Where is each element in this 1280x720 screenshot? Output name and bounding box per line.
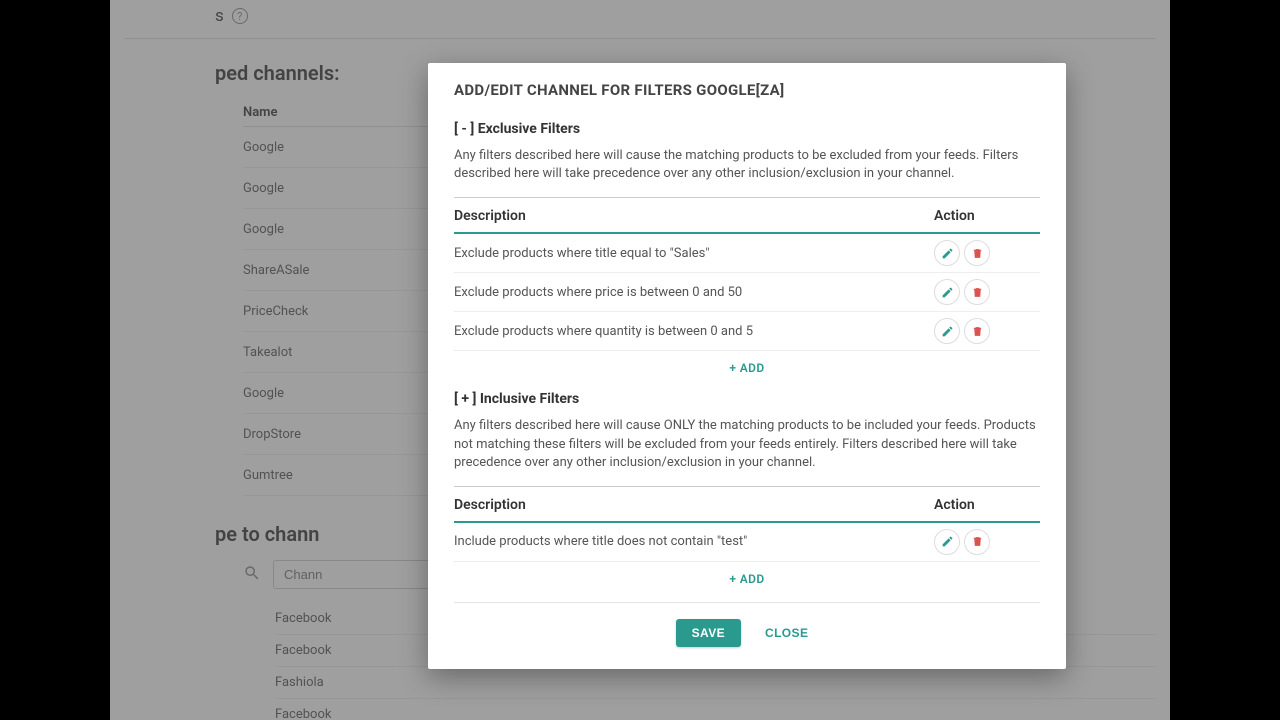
modal-title: ADD/EDIT CHANNEL FOR FILTERS GOOGLE[ZA]: [454, 81, 1040, 99]
save-button[interactable]: SAVE: [676, 619, 741, 647]
table-row: Exclude products where quantity is betwe…: [454, 312, 1040, 351]
filters-modal: ADD/EDIT CHANNEL FOR FILTERS GOOGLE[ZA] …: [428, 63, 1066, 669]
add-exclusive-filter[interactable]: + ADD: [454, 351, 1040, 391]
inclusive-description: Any filters described here will cause ON…: [454, 417, 1040, 472]
inclusive-filters-table: Description Action Include products wher…: [454, 486, 1040, 562]
edit-icon[interactable]: [934, 318, 960, 344]
edit-icon[interactable]: [934, 240, 960, 266]
modal-footer: SAVE CLOSE: [454, 602, 1040, 647]
filter-description: Exclude products where quantity is betwe…: [454, 324, 934, 339]
col-description: Description: [454, 208, 934, 224]
edit-icon[interactable]: [934, 279, 960, 305]
filter-description: Exclude products where title equal to "S…: [454, 246, 934, 261]
delete-icon[interactable]: [964, 279, 990, 305]
inclusive-heading[interactable]: [ + ] Inclusive Filters: [454, 391, 1040, 407]
filter-description: Exclude products where price is between …: [454, 285, 934, 300]
table-row: Exclude products where title equal to "S…: [454, 234, 1040, 273]
delete-icon[interactable]: [964, 240, 990, 266]
col-action: Action: [934, 208, 1040, 224]
add-inclusive-filter[interactable]: + ADD: [454, 562, 1040, 602]
col-description: Description: [454, 497, 934, 513]
exclusive-heading[interactable]: [ - ] Exclusive Filters: [454, 121, 1040, 137]
table-row: Exclude products where price is between …: [454, 273, 1040, 312]
table-row: Include products where title does not co…: [454, 523, 1040, 562]
edit-icon[interactable]: [934, 529, 960, 555]
close-button[interactable]: CLOSE: [755, 619, 818, 647]
exclusive-description: Any filters described here will cause th…: [454, 147, 1040, 183]
exclusive-filters-table: Description Action Exclude products wher…: [454, 197, 1040, 351]
delete-icon[interactable]: [964, 529, 990, 555]
filter-description: Include products where title does not co…: [454, 534, 934, 549]
col-action: Action: [934, 497, 1040, 513]
delete-icon[interactable]: [964, 318, 990, 344]
